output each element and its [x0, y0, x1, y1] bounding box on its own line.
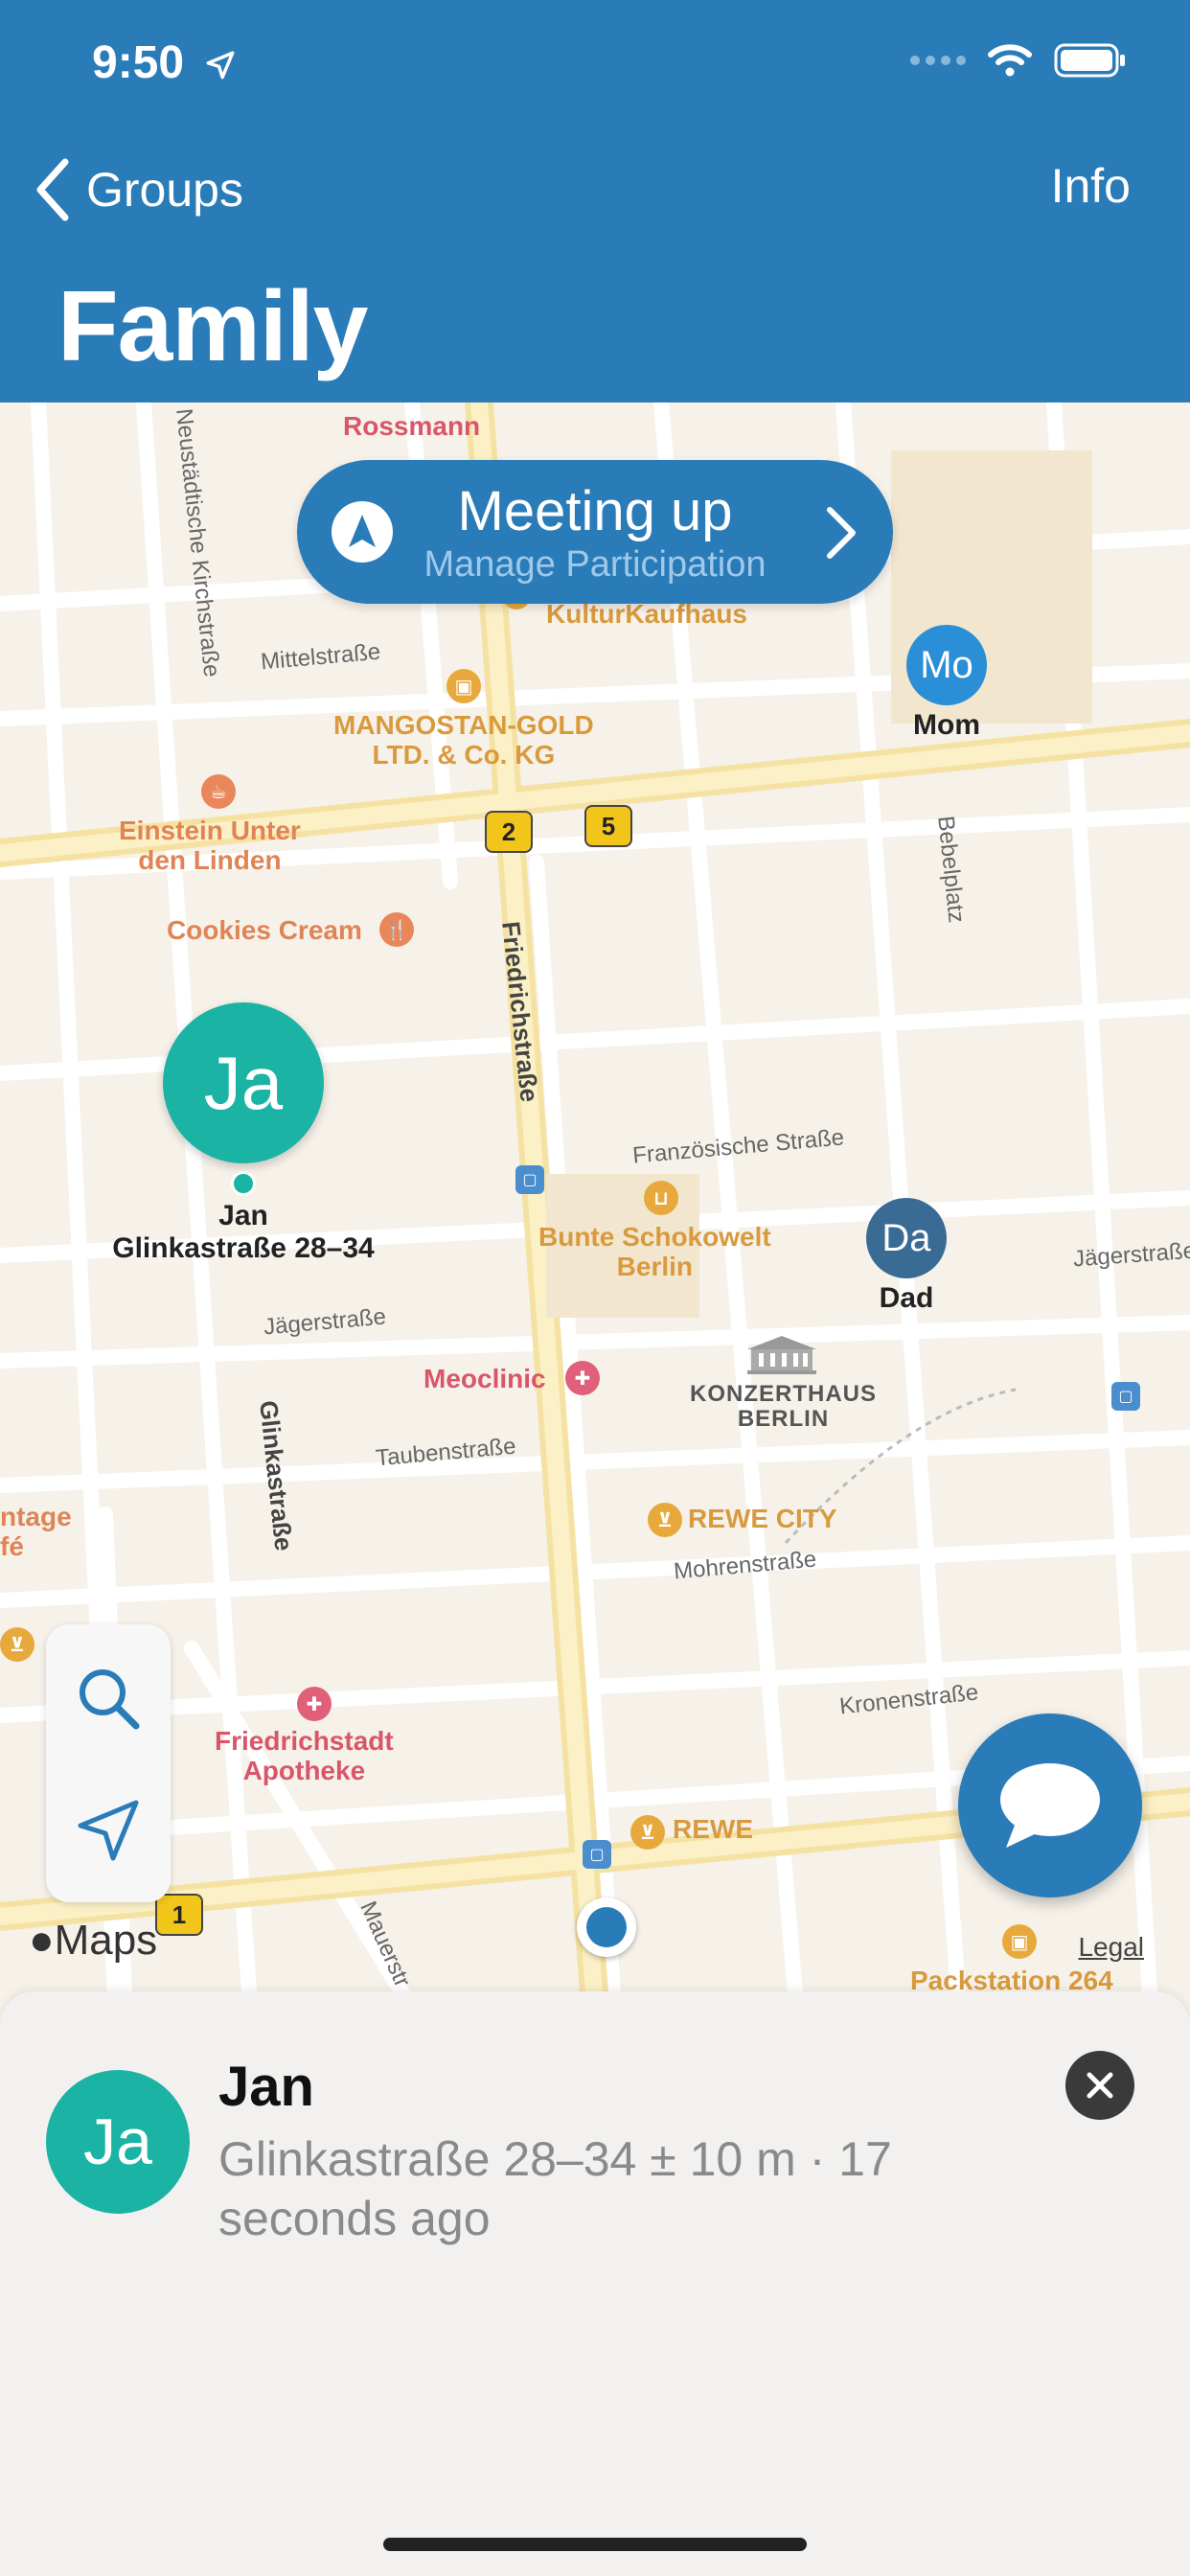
meeting-up-button[interactable]: Meeting up Manage Participation — [297, 460, 893, 604]
poi-rewe-city[interactable]: REWE CITY — [688, 1504, 837, 1534]
member-initials-mom: Mo — [920, 643, 973, 686]
legal-link[interactable]: Legal — [1078, 1932, 1144, 1963]
meeting-up-subtitle: Manage Participation — [423, 544, 767, 585]
member-location-detail: Glinkastraße 28–34 ± 10 m · 17 seconds a… — [218, 2132, 892, 2245]
member-label-jan: Jan — [218, 1200, 268, 1231]
poi-konzerthaus[interactable]: KONZERTHAUS BERLIN — [690, 1381, 877, 1433]
member-avatar-dad: Da — [866, 1198, 947, 1278]
maps-logo-text: Maps — [54, 1917, 158, 1964]
member-avatar: Ja — [46, 2070, 190, 2214]
restaurant-icon: 🍴 — [379, 912, 414, 947]
close-button[interactable] — [1065, 2051, 1134, 2120]
location-arrow-icon — [206, 51, 235, 80]
poi-rewe[interactable]: REWE — [673, 1814, 753, 1845]
chat-button[interactable] — [958, 1714, 1142, 1898]
poi-mangostan[interactable]: MANGOSTAN-GOLD LTD. & Co. KG — [333, 710, 594, 770]
poi-rossmann[interactable]: Rossmann — [343, 411, 480, 442]
poi-friedrichstadt-apotheke[interactable]: Friedrichstadt Apotheke — [215, 1726, 394, 1786]
current-user-location — [577, 1898, 636, 1957]
member-detail-sheet: Ja Jan Glinkastraße 28–34 ± 10 m · 17 se… — [0, 1991, 1190, 2576]
wifi-icon — [988, 44, 1032, 77]
meeting-up-title: Meeting up — [457, 480, 733, 542]
poi-packstation[interactable]: Packstation 264 — [910, 1966, 1113, 1993]
transit-icon: ▢ — [583, 1840, 611, 1869]
transit-icon: ▢ — [1111, 1382, 1140, 1411]
pharmacy-icon: ✚ — [297, 1687, 332, 1721]
member-pin-mom[interactable]: Mo Mom — [899, 625, 995, 742]
member-avatar-jan: Ja — [163, 1002, 324, 1163]
page-title: Family — [57, 271, 368, 382]
poi-einstein[interactable]: Einstein Unter den Linden — [119, 816, 301, 876]
locate-me-button[interactable] — [46, 1768, 171, 1893]
poi-bunte-schokowelt[interactable]: Bunte Schokowelt Berlin — [538, 1222, 771, 1282]
member-pin-dad[interactable]: Da Dad — [858, 1198, 954, 1315]
route-badge-1: 1 — [155, 1894, 203, 1936]
shopping-cart-icon: ⊻ — [648, 1503, 682, 1537]
poi-meoclinic[interactable]: Meoclinic — [423, 1364, 546, 1394]
apple-maps-logo: ●Maps — [29, 1917, 157, 1965]
status-time: 9:50 — [92, 36, 237, 89]
status-indicators — [910, 42, 1127, 79]
poi-vintage-cafe[interactable]: ntage fé — [0, 1502, 72, 1562]
apple-logo-icon: ● — [29, 1917, 55, 1964]
cafe-icon: ☕ — [201, 774, 236, 809]
home-indicator — [383, 2538, 807, 2551]
member-initials-jan: Ja — [203, 1040, 284, 1125]
route-badge-2: 2 — [485, 811, 533, 853]
route-badge-5: 5 — [584, 805, 632, 847]
close-icon — [1087, 2072, 1113, 2099]
shopping-cart-icon: ⊻ — [630, 1815, 665, 1850]
map-view[interactable]: Neustädtische Kirchstraße Mittelstraße F… — [0, 402, 1190, 1993]
map-tools-panel — [46, 1624, 171, 1902]
poi-kulturkaufhaus[interactable]: KulturKaufhaus — [546, 599, 747, 630]
member-address-jan: Glinkastraße 28–34 — [112, 1232, 375, 1264]
back-button[interactable]: Groups — [34, 158, 243, 221]
chat-bubble-icon — [1000, 1763, 1100, 1848]
member-label-dad: Dad — [879, 1282, 934, 1314]
status-time-text: 9:50 — [92, 37, 185, 88]
medical-icon: ✚ — [565, 1361, 600, 1395]
shopping-basket-icon: ⊔ — [644, 1181, 678, 1215]
landmark-icon — [747, 1336, 816, 1374]
navigation-header: 9:50 Groups Info Family — [0, 0, 1190, 402]
location-arrow-icon — [78, 1800, 139, 1861]
member-label-mom: Mom — [913, 709, 980, 741]
cellular-signal-icon — [910, 56, 966, 65]
battery-icon — [1054, 43, 1125, 78]
package-icon: ▣ — [1002, 1924, 1037, 1959]
info-button[interactable]: Info — [1051, 158, 1131, 214]
chevron-right-icon — [827, 507, 856, 559]
back-button-label: Groups — [86, 163, 243, 217]
member-avatar-mom: Mo — [906, 625, 987, 705]
map-search-button[interactable] — [46, 1636, 171, 1760]
member-pin-jan[interactable]: Ja Jan Glinkastraße 28–34 — [90, 1002, 397, 1265]
member-name: Jan — [218, 2056, 314, 2118]
member-avatar-initials: Ja — [83, 2105, 152, 2178]
poi-cookies-cream[interactable]: Cookies Cream — [167, 915, 362, 946]
member-location-dot — [231, 1171, 256, 1196]
search-icon — [80, 1669, 140, 1730]
shopping-bag-icon: ▣ — [446, 669, 481, 703]
shopping-cart-icon: ⊻ — [0, 1627, 34, 1662]
member-initials-dad: Da — [881, 1216, 931, 1259]
chevron-left-icon — [36, 158, 69, 221]
transit-icon: ▢ — [515, 1165, 544, 1194]
